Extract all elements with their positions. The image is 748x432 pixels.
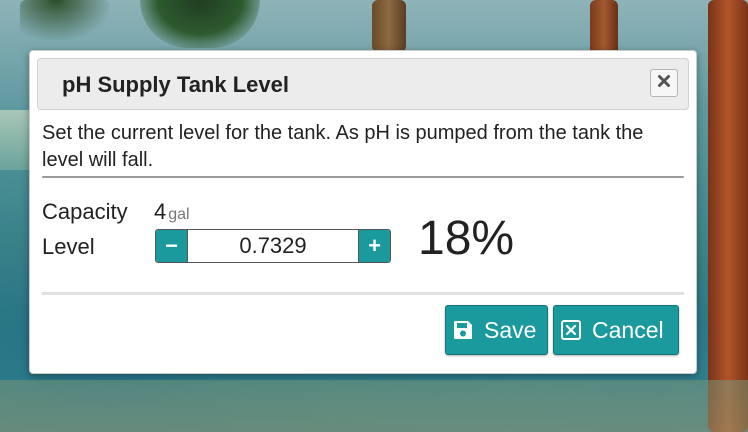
dialog-titlebar: pH Supply Tank Level <box>37 58 689 110</box>
background-pool-deck <box>0 380 748 432</box>
capacity-label: Capacity <box>42 199 128 224</box>
capacity-value: 4 gal <box>154 199 190 225</box>
close-button[interactable] <box>650 69 678 97</box>
decrement-button[interactable]: − <box>156 230 188 262</box>
save-label: Save <box>484 316 537 343</box>
background-palm-leaves <box>20 0 110 40</box>
level-stepper: − + <box>155 229 391 263</box>
divider <box>42 176 684 178</box>
level-label: Level <box>42 234 95 259</box>
cancel-button[interactable]: Cancel <box>553 305 679 355</box>
dialog-title: pH Supply Tank Level <box>62 72 289 97</box>
level-percent: 18% <box>418 212 515 265</box>
background-palm-trunk <box>590 0 618 56</box>
tank-level-dialog: pH Supply Tank Level Set the current lev… <box>29 50 697 374</box>
background-palm-trunk <box>708 0 748 432</box>
cancel-label: Cancel <box>592 316 664 343</box>
dialog-description: Set the current level for the tank. As p… <box>42 122 644 171</box>
capacity-unit: gal <box>168 206 190 223</box>
close-box-icon <box>560 319 582 341</box>
background-palm-leaves <box>140 0 260 48</box>
divider <box>42 292 684 295</box>
capacity-number: 4 <box>154 199 167 224</box>
background-pool-rim <box>0 110 30 170</box>
floppy-disk-icon <box>452 319 474 341</box>
increment-button[interactable]: + <box>358 230 390 262</box>
level-input[interactable] <box>188 230 358 262</box>
close-icon <box>657 74 671 93</box>
background-palm-trunk <box>372 0 406 52</box>
save-button[interactable]: Save <box>445 305 548 355</box>
